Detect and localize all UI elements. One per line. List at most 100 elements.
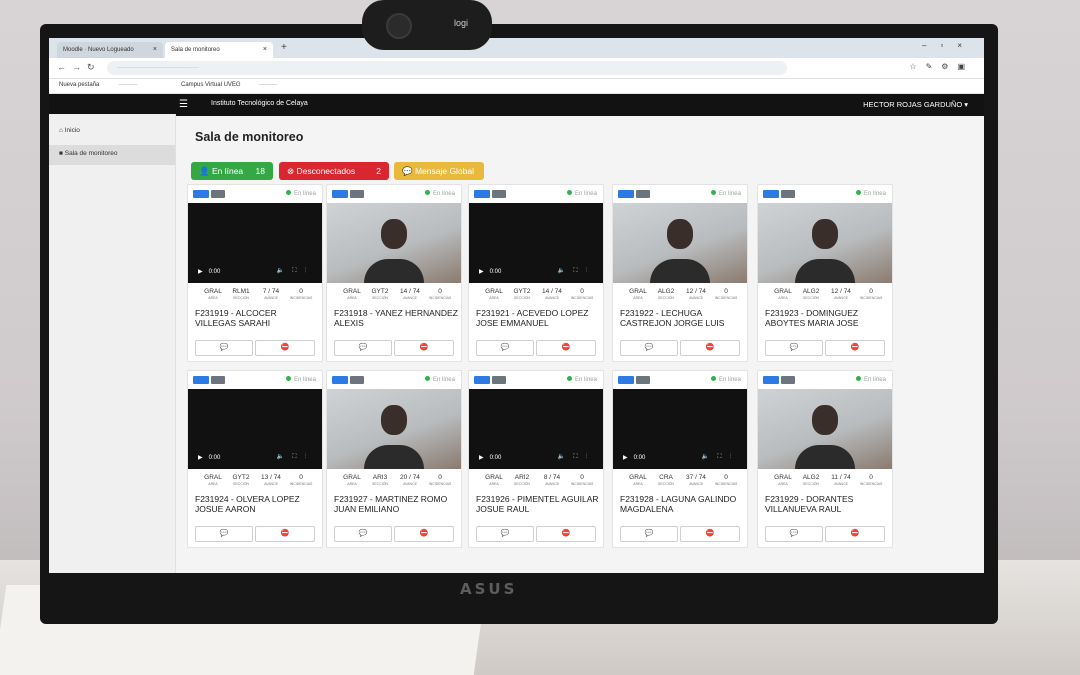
student-video[interactable] bbox=[758, 203, 892, 283]
global-message-label: Mensaje Global bbox=[414, 166, 475, 176]
bookmark[interactable]: Nueva pestaña bbox=[59, 82, 99, 88]
disconnect-button[interactable]: ⛔ bbox=[255, 526, 315, 542]
bookmark[interactable]: Campus Virtual UVEG bbox=[181, 82, 241, 88]
global-message-button[interactable]: 💬 Mensaje Global bbox=[394, 162, 484, 180]
chat-icon: 💬 bbox=[219, 344, 229, 351]
menu-icon[interactable]: ☰ bbox=[179, 99, 188, 110]
chat-icon: 💬 bbox=[402, 166, 415, 176]
sidebar-item-sala-de-monitoreo[interactable]: ■ Sala de monitoreo bbox=[49, 145, 175, 165]
video-time: 0:00 bbox=[633, 455, 646, 461]
screen-badge bbox=[636, 376, 650, 384]
student-video[interactable]: ▶ 0:00 🔈⛶⋮ bbox=[469, 389, 603, 469]
browser-tab-active[interactable]: Sala de monitoreo × bbox=[165, 42, 273, 58]
video-controls-right[interactable]: 🔈⛶⋮ bbox=[277, 267, 314, 275]
stat-seccion: GYT2 SECCIÓN bbox=[371, 288, 389, 300]
disconnect-button[interactable]: ⛔ bbox=[680, 526, 740, 542]
block-icon: ⛔ bbox=[280, 530, 290, 537]
user-menu[interactable]: HECTOR ROJAS GARDUÑO ▾ bbox=[863, 100, 968, 109]
video-controls[interactable]: ▶ 0:00 bbox=[623, 454, 645, 461]
message-button[interactable]: 💬 bbox=[765, 340, 823, 356]
new-tab-icon[interactable]: + bbox=[281, 42, 287, 53]
student-name: F231923 - DOMINGUEZ ABOYTES MARIA JOSE bbox=[765, 308, 859, 328]
video-controls[interactable]: ▶ 0:00 bbox=[479, 268, 501, 275]
message-button[interactable]: 💬 bbox=[765, 526, 823, 542]
play-icon[interactable]: ▶ bbox=[198, 269, 203, 275]
close-icon[interactable]: × bbox=[263, 42, 267, 58]
status-dot bbox=[710, 376, 716, 381]
chat-icon: 💬 bbox=[500, 344, 510, 351]
student-video[interactable]: ▶ 0:00 🔈⛶⋮ bbox=[469, 203, 603, 283]
play-icon[interactable]: ▶ bbox=[479, 455, 484, 461]
chat-icon: 💬 bbox=[358, 344, 368, 351]
bookmark[interactable]: ········· bbox=[119, 82, 137, 88]
student-video[interactable] bbox=[327, 389, 461, 469]
disconnect-button[interactable]: ⛔ bbox=[680, 340, 740, 356]
status-dot bbox=[424, 190, 430, 195]
student-video[interactable]: ▶ 0:00 🔈⛶⋮ bbox=[613, 389, 747, 469]
online-status: En línea bbox=[285, 376, 316, 383]
video-controls-right[interactable]: 🔈⛶⋮ bbox=[277, 453, 314, 461]
window-controls[interactable]: –▫× bbox=[922, 41, 976, 50]
video-controls[interactable]: ▶ 0:00 bbox=[198, 454, 220, 461]
online-status-label: En línea bbox=[293, 191, 316, 197]
student-video[interactable] bbox=[327, 203, 461, 283]
student-video[interactable]: ▶ 0:00 🔈⛶⋮ bbox=[188, 389, 322, 469]
message-button[interactable]: 💬 bbox=[334, 526, 392, 542]
disconnect-button[interactable]: ⛔ bbox=[825, 340, 885, 356]
stat-area: GRAL AREA bbox=[485, 288, 503, 300]
message-button[interactable]: 💬 bbox=[476, 340, 534, 356]
student-actions: 💬 ⛔ bbox=[334, 340, 454, 356]
message-button[interactable]: 💬 bbox=[476, 526, 534, 542]
browser-tab[interactable]: Moodle · Nuevo Logueado × bbox=[57, 42, 163, 58]
student-stats: GRAL AREA ARI2 SECCIÓN 8 / 74 AVANCE 0 INCIDENC… bbox=[479, 474, 595, 494]
student-card: En línea GRAL AREA GYT2 SECCIÓN 14 / 74 AVANCE… bbox=[326, 184, 462, 362]
url-field[interactable]: ········································… bbox=[107, 61, 787, 75]
screen-badge bbox=[492, 190, 506, 198]
message-button[interactable]: 💬 bbox=[620, 340, 678, 356]
status-dot bbox=[424, 376, 430, 381]
video-controls[interactable]: ▶ 0:00 bbox=[198, 268, 220, 275]
stat-incidencias: 0 INCIDENCIAS bbox=[859, 474, 883, 486]
video-controls[interactable]: ▶ 0:00 bbox=[479, 454, 501, 461]
message-button[interactable]: 💬 bbox=[334, 340, 392, 356]
camera-badge bbox=[474, 190, 490, 198]
close-icon[interactable]: × bbox=[153, 42, 157, 58]
bookmark[interactable]: ········· bbox=[259, 82, 277, 88]
disconnect-button[interactable]: ⛔ bbox=[394, 340, 454, 356]
student-video[interactable] bbox=[758, 389, 892, 469]
video-controls-right[interactable]: 🔈⛶⋮ bbox=[558, 267, 595, 275]
online-count-button[interactable]: 👤 En línea 18 bbox=[191, 162, 273, 180]
play-icon[interactable]: ▶ bbox=[623, 455, 628, 461]
student-name: F231926 - PIMENTEL AGUILAR JOSUE RAUL bbox=[476, 494, 599, 514]
disconnect-button[interactable]: ⛔ bbox=[394, 526, 454, 542]
disconnect-button[interactable]: ⛔ bbox=[536, 526, 596, 542]
play-icon[interactable]: ▶ bbox=[198, 455, 203, 461]
student-card: En línea ▶ 0:00 🔈⛶⋮ GRAL AREA CRA SECCIÓN 37 / 7… bbox=[612, 370, 748, 548]
video-controls-right[interactable]: 🔈⛶⋮ bbox=[702, 453, 739, 461]
online-status-label: En línea bbox=[863, 377, 886, 383]
screen-badge bbox=[211, 190, 225, 198]
student-stats: GRAL AREA ARI3 SECCIÓN 20 / 74 AVANCE 0 INCIDEN… bbox=[337, 474, 453, 494]
stat-incidencias: 0 INCIDENCIAS bbox=[428, 474, 452, 486]
disconnect-button[interactable]: ⛔ bbox=[255, 340, 315, 356]
message-button[interactable]: 💬 bbox=[195, 526, 253, 542]
online-status-label: En línea bbox=[574, 377, 597, 383]
participant-head bbox=[381, 219, 407, 249]
play-icon[interactable]: ▶ bbox=[479, 269, 484, 275]
disconnect-button[interactable]: ⛔ bbox=[536, 340, 596, 356]
message-button[interactable]: 💬 bbox=[195, 340, 253, 356]
offline-count-button[interactable]: ⊗ Desconectados 2 bbox=[279, 162, 389, 180]
navigation-icons[interactable]: ←→↻ bbox=[57, 62, 101, 73]
online-status: En línea bbox=[710, 190, 741, 197]
chat-icon: 💬 bbox=[219, 530, 229, 537]
stat-area: GRAL AREA bbox=[343, 474, 361, 486]
stat-incidencias: 0 INCIDENCIAS bbox=[859, 288, 883, 300]
video-controls-right[interactable]: 🔈⛶⋮ bbox=[558, 453, 595, 461]
online-status-label: En línea bbox=[574, 191, 597, 197]
student-video[interactable] bbox=[613, 203, 747, 283]
message-button[interactable]: 💬 bbox=[620, 526, 678, 542]
extension-icons[interactable]: ☆✎⚙▣ bbox=[909, 62, 974, 71]
student-video[interactable]: ▶ 0:00 🔈⛶⋮ bbox=[188, 203, 322, 283]
sidebar-item-inicio[interactable]: ⌂ Inicio bbox=[49, 122, 175, 142]
disconnect-button[interactable]: ⛔ bbox=[825, 526, 885, 542]
